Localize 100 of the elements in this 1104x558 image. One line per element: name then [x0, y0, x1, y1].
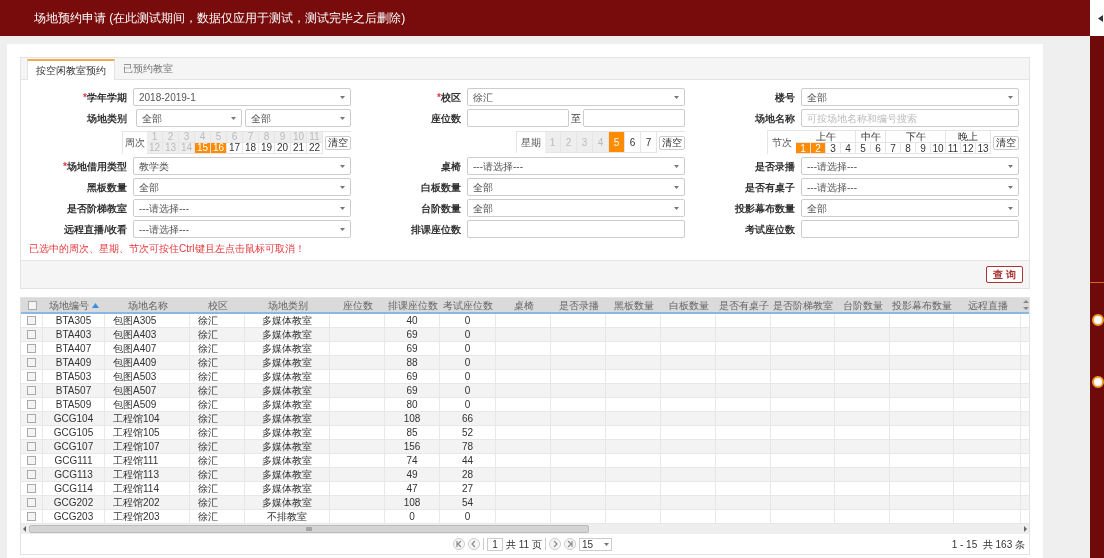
query-button[interactable]: 查 询 [986, 266, 1023, 283]
table-cell-text: 0 [464, 342, 471, 356]
select-field[interactable]: 2018-2019-1 [133, 88, 351, 106]
select-field[interactable]: 全部 [801, 88, 1019, 106]
select-field[interactable]: ---请选择--- [801, 157, 1019, 175]
clear-button[interactable]: 清空 [325, 135, 351, 150]
input-field[interactable] [467, 220, 685, 238]
select-field[interactable]: 教学类 [133, 157, 351, 175]
table-cell-text: 多媒体教室 [262, 426, 312, 440]
select-field[interactable]: ---请选择--- [133, 220, 351, 238]
select-field[interactable]: ---请选择--- [467, 157, 685, 175]
select-field[interactable]: 全部 [136, 109, 242, 127]
row-checkbox[interactable] [27, 456, 36, 465]
range-separator: 至 [570, 111, 582, 126]
period-cell[interactable]: 9 [916, 143, 931, 154]
period-cell[interactable]: 12 [961, 143, 976, 154]
table-cell-text: GCG114 [54, 482, 93, 496]
prev-page-icon[interactable] [468, 538, 480, 550]
page-size-select[interactable]: 15 [578, 537, 612, 551]
last-page-icon[interactable] [563, 538, 576, 550]
next-page-icon[interactable] [548, 538, 561, 550]
row-checkbox[interactable] [27, 316, 36, 325]
clear-button[interactable]: 清空 [993, 135, 1019, 150]
caret-icon [340, 206, 345, 210]
table-cell-text: 徐汇 [198, 454, 218, 468]
period-cell[interactable]: 8 [901, 143, 916, 154]
week-cell[interactable]: 22 [307, 142, 323, 154]
row-checkbox[interactable] [27, 414, 36, 423]
caret-icon [1008, 164, 1013, 168]
row-checkbox[interactable] [27, 484, 36, 493]
day-cell[interactable]: 6 [625, 132, 641, 153]
table-cell-text: 多媒体教室 [262, 454, 312, 468]
table-cell-text: 徐汇 [198, 468, 218, 482]
caret-icon [1008, 206, 1013, 210]
period-cell[interactable]: 11 [946, 143, 961, 154]
select-all-checkbox[interactable] [27, 300, 37, 310]
select-field[interactable]: 全部 [801, 199, 1019, 217]
input-field[interactable]: 可按场地名称和编号搜索 [801, 109, 1019, 127]
select-field[interactable]: 全部 [467, 178, 685, 196]
clear-button[interactable]: 清空 [659, 135, 685, 150]
input-field[interactable] [467, 109, 569, 127]
select-field[interactable]: 全部 [133, 178, 351, 196]
week-cell[interactable]: 17 [227, 142, 243, 154]
table-cell-text: 0 [464, 356, 471, 370]
collapse-icon[interactable] [1098, 14, 1103, 22]
period-cell[interactable]: 4 [841, 143, 856, 154]
period-cell[interactable]: 5 [856, 143, 871, 154]
table-cell-text: 28 [461, 468, 474, 482]
field-label: 白板数量 [420, 180, 462, 195]
period-cell[interactable]: 6 [871, 143, 886, 154]
input-field[interactable] [801, 220, 1019, 238]
row-checkbox[interactable] [27, 344, 36, 353]
row-checkbox[interactable] [27, 512, 36, 521]
week-cell[interactable]: 20 [275, 142, 291, 154]
grid-label: 节次 [771, 136, 793, 150]
table-cell-text: 多媒体教室 [262, 412, 312, 426]
caret-icon [603, 542, 609, 546]
week-cell[interactable]: 21 [291, 142, 307, 154]
table-cell-text: 多媒体教室 [262, 314, 312, 328]
select-field[interactable]: ---请选择--- [133, 199, 351, 217]
input-field[interactable] [583, 109, 685, 127]
select-field[interactable]: 徐汇 [467, 88, 685, 106]
table-cell-text: 工程馆203 [113, 510, 160, 524]
page-input[interactable]: 1 [487, 537, 503, 551]
table-cell-text: 0 [464, 384, 471, 398]
select-field[interactable]: ---请选择--- [801, 178, 1019, 196]
period-cell[interactable]: 13 [976, 143, 991, 154]
table-cell-text: 不排教室 [267, 510, 307, 524]
scrollbar-thumb[interactable] [29, 525, 589, 533]
scroll-arrows-icon[interactable] [1023, 299, 1029, 311]
tab[interactable]: 按空闲教室预约 [27, 59, 115, 80]
field-label: 场地类别 [86, 111, 128, 126]
table-cell-text: 69 [406, 328, 418, 342]
row-checkbox[interactable] [27, 442, 36, 451]
row-checkbox[interactable] [27, 358, 36, 367]
period-cell[interactable]: 3 [826, 143, 841, 154]
period-cell[interactable]: 7 [886, 143, 901, 154]
row-checkbox[interactable] [27, 400, 36, 409]
week-cell[interactable]: 19 [259, 142, 275, 154]
row-checkbox[interactable] [27, 470, 36, 479]
table-cell-text: 包图A407 [113, 342, 157, 356]
table-cell-text: 多媒体教室 [262, 356, 312, 370]
select-field[interactable]: 全部 [245, 109, 351, 127]
select-field[interactable]: 全部 [467, 199, 685, 217]
row-checkbox[interactable] [27, 498, 36, 507]
tab[interactable]: 已预约教室 [115, 58, 181, 79]
row-checkbox[interactable] [27, 372, 36, 381]
horizontal-scrollbar[interactable] [21, 524, 1029, 534]
table-cell-text: 69 [406, 370, 418, 384]
row-checkbox[interactable] [27, 330, 36, 339]
table-cell-text: 49 [406, 468, 418, 482]
day-cell[interactable]: 7 [641, 132, 657, 153]
row-checkbox[interactable] [27, 386, 36, 395]
period-cell[interactable]: 10 [931, 143, 946, 154]
row-checkbox[interactable] [27, 428, 36, 437]
caret-icon [674, 164, 679, 168]
week-cell[interactable]: 18 [243, 142, 259, 154]
table-cell-text: 徐汇 [198, 412, 218, 426]
first-page-icon[interactable] [453, 538, 465, 550]
field-label: 是否录播 [754, 159, 796, 174]
